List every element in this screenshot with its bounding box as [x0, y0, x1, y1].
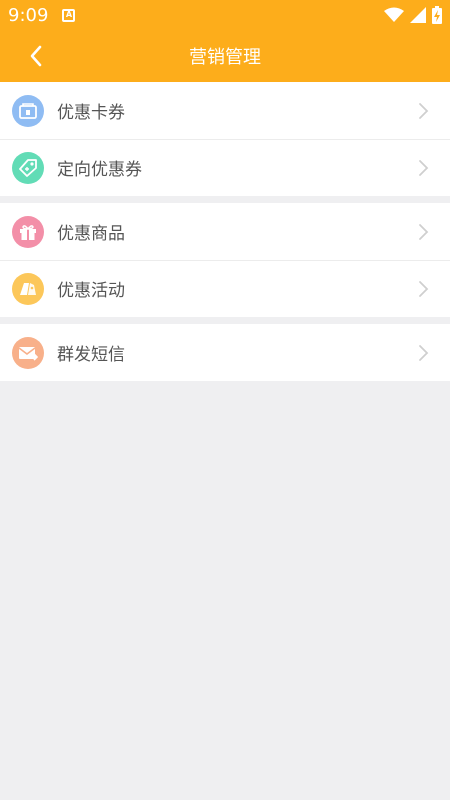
menu-item-promotions[interactable]: 优惠活动 — [0, 260, 450, 317]
chevron-right-icon — [419, 159, 429, 176]
chevron-right-icon — [419, 344, 429, 361]
menu-group-3: 群发短信 — [0, 324, 450, 381]
status-bar: 9:09 A — [0, 0, 450, 30]
coupon-card-icon — [12, 94, 44, 127]
chevron-left-icon — [30, 45, 42, 67]
menu-item-label: 群发短信 — [57, 345, 125, 365]
app-bar: 营销管理 — [0, 30, 450, 82]
gift-icon — [12, 215, 44, 248]
status-time: 9:09 — [8, 4, 49, 26]
back-button[interactable] — [18, 38, 54, 74]
menu-item-bulk-sms[interactable]: 群发短信 — [0, 324, 450, 381]
chevron-right-icon — [419, 223, 429, 240]
menu-group-1: 优惠卡券 定向优惠券 — [0, 82, 450, 196]
menu-item-label: 优惠商品 — [57, 224, 125, 244]
notification-a-icon: A — [62, 8, 76, 22]
sms-mail-icon — [12, 336, 44, 369]
activity-tag-icon — [12, 272, 44, 305]
status-left: 9:09 A — [8, 4, 76, 26]
battery-icon — [432, 6, 442, 24]
chevron-right-icon — [419, 280, 429, 297]
chevron-right-icon — [419, 102, 429, 119]
menu-item-discount-products[interactable]: 优惠商品 — [0, 203, 450, 260]
status-right — [384, 6, 442, 24]
wifi-icon — [384, 7, 404, 22]
menu-item-label: 优惠卡券 — [57, 103, 125, 123]
page-title: 营销管理 — [189, 47, 261, 68]
menu-item-label: 定向优惠券 — [57, 160, 142, 180]
menu-item-targeted-coupons[interactable]: 定向优惠券 — [0, 139, 450, 196]
signal-icon — [410, 7, 426, 23]
menu-item-coupon-cards[interactable]: 优惠卡券 — [0, 82, 450, 139]
menu-item-label: 优惠活动 — [57, 281, 125, 301]
tag-icon — [12, 151, 44, 184]
menu-group-2: 优惠商品 优惠活动 — [0, 203, 450, 317]
